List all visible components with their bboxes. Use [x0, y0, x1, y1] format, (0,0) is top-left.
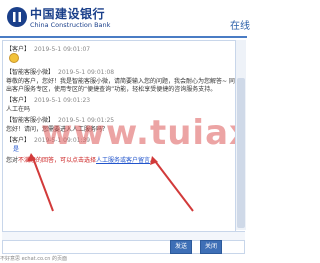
bank-name-en: China Construction Bank — [30, 21, 111, 29]
red-arrow-right — [154, 160, 194, 212]
scrollbar-thumb[interactable] — [237, 78, 245, 228]
chat-log[interactable]: 【客户】 2019-5-1 09:01:07 【智能客服小微】 2019-5-1 0… — [2, 40, 236, 232]
annotation-arrows — [27, 153, 194, 212]
chat-scrollbar[interactable] — [235, 40, 246, 230]
page-header: 中国建设银行 China Construction Bank 在线 — [0, 0, 250, 38]
close-button[interactable]: 关闭 — [200, 240, 222, 254]
header-divider — [0, 36, 247, 38]
send-button[interactable]: 发送 — [170, 240, 192, 254]
red-arrow-left — [32, 157, 54, 212]
online-label: 在线 — [230, 21, 250, 32]
input-toolbar — [2, 231, 245, 240]
page-footer: 不好意思 echat.co.cn 的页面 — [0, 256, 68, 262]
bank-name-cn: 中国建设银行 — [30, 7, 106, 21]
ccb-logo — [6, 6, 28, 28]
